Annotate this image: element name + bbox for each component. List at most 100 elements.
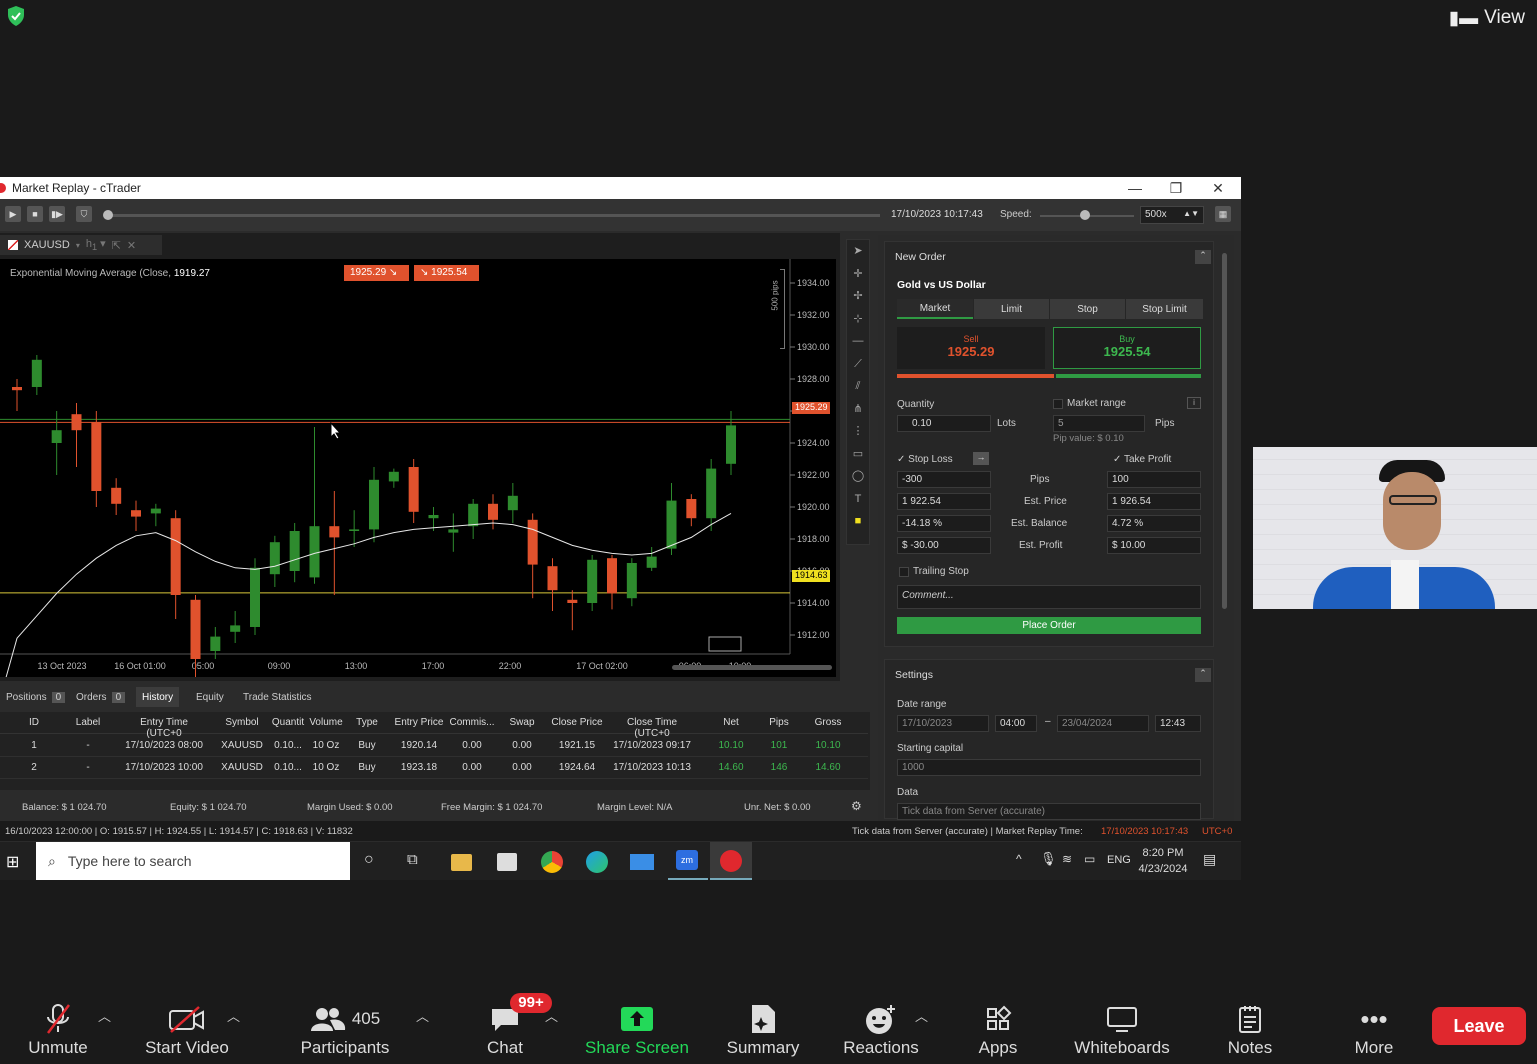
summary-button[interactable]: Summary [720, 996, 806, 1058]
unmute-button[interactable]: Unmute [22, 996, 94, 1058]
market-range-checkbox[interactable] [1053, 399, 1063, 409]
column-header[interactable]: Gross [788, 717, 868, 728]
tp-pips-input[interactable]: 100 [1107, 471, 1201, 488]
crosshair-icon[interactable]: ✛ [847, 263, 869, 286]
minimize-button[interactable]: — [1115, 177, 1155, 199]
sl-pips-input[interactable]: -300 [897, 471, 991, 488]
audio-options-caret-icon[interactable]: ︿ [98, 1006, 111, 1025]
tray-chevron-icon[interactable]: ^ [1016, 852, 1022, 866]
buy-price-chip[interactable]: ↘ 1925.54 [414, 265, 479, 281]
calculator-icon[interactable]: ▦ [1215, 206, 1231, 222]
data-select[interactable]: Tick data from Server (accurate) [897, 803, 1201, 820]
range-input[interactable]: 5 [1053, 415, 1145, 432]
stop-icon[interactable]: ■ [27, 206, 43, 222]
place-order-button[interactable]: Place Order [897, 617, 1201, 634]
from-time-input[interactable]: 04:00 [995, 715, 1037, 732]
tab-limit[interactable]: Limit [974, 299, 1049, 319]
edge-icon[interactable] [586, 851, 608, 873]
file-explorer-icon[interactable] [451, 854, 472, 871]
sl-price-input[interactable]: 1 922.54 [897, 493, 991, 510]
notes-button[interactable]: Notes [1220, 996, 1280, 1058]
start-video-button[interactable]: Start Video [138, 996, 236, 1058]
collapse-icon[interactable]: ⌃ [1195, 250, 1211, 264]
sell-price-chip[interactable]: 1925.29 ↘ [344, 265, 409, 281]
play-icon[interactable]: ▶ [5, 206, 21, 222]
tab-market[interactable]: Market [897, 299, 973, 319]
participants-button[interactable]: 405 Participants [292, 996, 398, 1058]
from-date-input[interactable]: 17/10/2023 [897, 715, 989, 732]
chrome-icon[interactable] [541, 851, 563, 873]
participants-caret-icon[interactable]: ︿ [416, 1006, 429, 1025]
participant-video[interactable] [1253, 447, 1537, 609]
taskbar-clock[interactable]: 8:20 PM 4/23/2024 [1136, 845, 1190, 877]
tab-equity[interactable]: Equity [190, 687, 230, 707]
apps-button[interactable]: Apps [968, 996, 1028, 1058]
horizontal-line-icon[interactable]: — [847, 330, 869, 353]
stop-loss-checkbox[interactable]: ✓ Stop Loss [897, 454, 953, 465]
cursor-cross-icon[interactable]: ✢ [847, 285, 869, 308]
chart-scrollbar[interactable] [672, 665, 832, 670]
trendline-icon[interactable]: ⟋ [847, 353, 869, 376]
tab-stop[interactable]: Stop [1050, 299, 1125, 319]
video-options-caret-icon[interactable]: ︿ [227, 1006, 240, 1025]
ctrader-taskbar-item[interactable] [710, 842, 752, 880]
notifications-icon[interactable]: ▤ [1203, 851, 1216, 868]
reactions-button[interactable]: Reactions [836, 996, 926, 1058]
comment-input[interactable]: Comment... [897, 585, 1201, 609]
column-header[interactable]: Label [48, 717, 128, 728]
timeframe-icon[interactable]: h1 ▾ [86, 237, 106, 252]
dropdown-arrow-icon[interactable]: ▾ [76, 241, 80, 250]
battery-icon[interactable]: ▭ [1084, 852, 1095, 866]
sl-toggle-icon[interactable]: → [973, 452, 989, 465]
cortana-icon[interactable]: ○ [364, 851, 374, 869]
text-icon[interactable]: T [847, 488, 869, 511]
panel-scrollbar[interactable] [1222, 253, 1227, 609]
more-button[interactable]: ••• More [1344, 996, 1404, 1058]
to-date-input[interactable]: 23/04/2024 [1057, 715, 1149, 732]
pointer-icon[interactable]: ➤ [847, 240, 869, 263]
settings-collapse-icon[interactable]: ⌃ [1195, 668, 1211, 682]
replay-progress-track[interactable] [104, 214, 880, 217]
taskbar-search[interactable]: ⌕ Type here to search [36, 842, 350, 880]
table-row[interactable]: 2-17/10/2023 10:00 XAUUSD 0.10... 10 Oz Buy 1… [0, 757, 868, 779]
view-button[interactable]: ▮▬ View [1449, 6, 1525, 30]
replay-progress-handle[interactable] [103, 210, 113, 220]
speed-select[interactable]: 500x ▲▼ [1140, 206, 1204, 224]
capital-input[interactable]: 1000 [897, 759, 1201, 776]
windows-start-icon[interactable]: ⊞ [6, 852, 19, 872]
chart-tab[interactable]: XAUUSD ▾ h1 ▾ ⇱ ✕ [0, 235, 162, 255]
take-profit-checkbox[interactable]: ✓ Take Profit [1113, 454, 1171, 465]
info-icon[interactable]: i [1187, 397, 1201, 409]
leave-button[interactable]: Leave [1432, 1007, 1526, 1045]
column-header[interactable]: Close Price [537, 717, 617, 728]
language-indicator[interactable]: ENG [1107, 854, 1131, 866]
maximize-button[interactable]: ❐ [1156, 177, 1196, 199]
tp-profit-input[interactable]: $ 10.00 [1107, 537, 1201, 554]
close-button[interactable]: ✕ [1198, 177, 1238, 199]
tp-balance-input[interactable]: 4.72 % [1107, 515, 1201, 532]
step-icon[interactable]: ▮▶ [49, 206, 65, 222]
ellipse-icon[interactable]: ◯ [847, 465, 869, 488]
close-tab-icon[interactable]: ✕ [127, 239, 136, 252]
fibonacci-icon[interactable]: ⋮ [847, 420, 869, 443]
reactions-caret-icon[interactable]: ︿ [915, 1006, 928, 1025]
table-row[interactable]: 1-17/10/2023 08:00 XAUUSD 0.10... 10 Oz Buy 1… [0, 735, 868, 757]
network-icon[interactable]: ≋ [1062, 852, 1072, 866]
sl-balance-input[interactable]: -14.18 % [897, 515, 991, 532]
tab-positions[interactable]: Positions 0 [0, 687, 71, 707]
settings-gear-icon[interactable]: ⚙ [851, 799, 862, 813]
sl-profit-input[interactable]: $ -30.00 [897, 537, 991, 554]
tab-history[interactable]: History [136, 687, 180, 707]
quantity-input[interactable]: 0.10 [897, 415, 991, 432]
microphone-icon[interactable]: 🎙 [1040, 851, 1057, 867]
whiteboards-button[interactable]: Whiteboards [1064, 996, 1180, 1058]
share-screen-button[interactable]: Share Screen [578, 996, 696, 1058]
zoom-taskbar-item[interactable]: zm [668, 842, 708, 880]
to-time-input[interactable]: 12:43 [1155, 715, 1201, 732]
detach-icon[interactable]: ⇱ [112, 239, 121, 252]
sell-button[interactable]: Sell 1925.29 [897, 327, 1045, 369]
speed-slider-handle[interactable] [1080, 210, 1090, 220]
buy-button[interactable]: Buy 1925.54 [1053, 327, 1201, 369]
rectangle-icon[interactable]: ▭ [847, 443, 869, 466]
color-icon[interactable]: ■ [847, 510, 869, 533]
